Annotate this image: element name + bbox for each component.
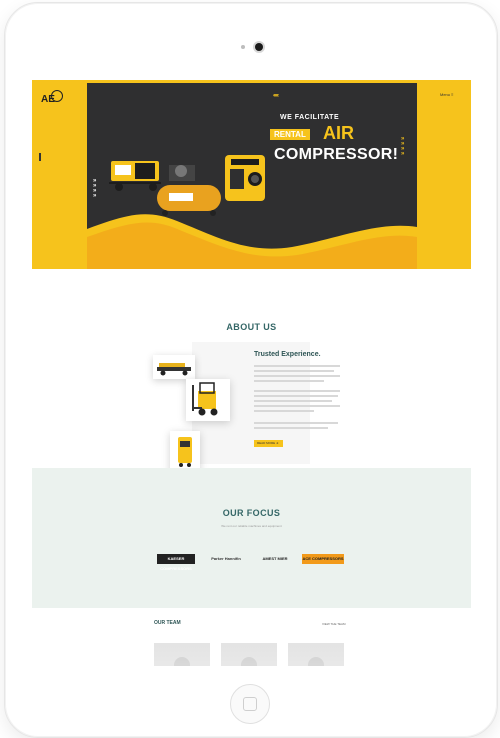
about-text-line xyxy=(254,375,340,377)
slider-indicator[interactable] xyxy=(39,153,41,161)
about-text-line xyxy=(254,422,338,424)
view-team-link[interactable]: VIEW THE TEAM xyxy=(322,622,346,626)
tablet-camera xyxy=(255,43,263,51)
hero-title: COMPRESSOR! xyxy=(274,146,399,163)
forklift-image-icon xyxy=(192,382,218,416)
hero-section: AE Menu ≡ ‹‹‹‹‹ » » » » » » » » WE FACIL… xyxy=(32,80,471,269)
logo-ring-icon xyxy=(51,90,63,102)
about-text-line xyxy=(254,410,314,412)
about-section-title: ABOUT US xyxy=(226,322,277,332)
brand-logo-ace[interactable]: ACE COMPRESSORS xyxy=(302,554,344,564)
home-button[interactable] xyxy=(230,684,270,724)
hero-highlight: RENTAL xyxy=(270,129,310,140)
focus-section-title: OUR FOCUS xyxy=(222,508,281,518)
screen-bottom-fade xyxy=(32,640,471,666)
compressor-image-icon xyxy=(178,437,192,467)
decorative-chevrons-left: » » » » xyxy=(93,178,97,199)
about-text-line xyxy=(254,390,340,392)
about-text-line xyxy=(254,380,324,382)
tablet-frame: AE Menu ≡ ‹‹‹‹‹ » » » » » » » » WE FACIL… xyxy=(4,2,498,738)
decorative-chevrons-right: » » » » xyxy=(401,136,405,157)
about-text-line xyxy=(254,370,334,372)
about-heading: Trusted Experience. xyxy=(254,351,321,358)
hero-accent-word: AIR xyxy=(323,123,354,143)
truck-image-icon xyxy=(157,363,191,376)
tablet-sensor xyxy=(241,45,245,49)
team-section-title: OUR TEAM xyxy=(154,620,181,626)
about-text-line xyxy=(254,400,332,402)
about-text-line xyxy=(254,427,328,429)
brand-logo-amest[interactable]: AMEST MIER xyxy=(258,554,292,564)
about-text-line xyxy=(254,365,340,367)
menu-button[interactable]: Menu ≡ xyxy=(440,92,453,97)
decorative-chevrons-top: ‹‹‹‹‹ xyxy=(273,93,279,99)
site-logo[interactable]: AE xyxy=(41,89,63,109)
brand-logo-kaeser[interactable]: KAESER COMPRESSORS xyxy=(157,554,195,571)
compressor-illustrations xyxy=(109,155,265,216)
about-photo-compressor xyxy=(170,431,200,473)
focus-section xyxy=(32,468,471,608)
hero-banner: ‹‹‹‹‹ » » » » » » » » WE FACILITATE RENT… xyxy=(87,83,417,269)
about-photo-forklift xyxy=(186,379,230,421)
home-square-icon xyxy=(243,697,257,711)
focus-subtitle: We rent our reliable machines and equipm… xyxy=(221,524,282,528)
about-text-line xyxy=(254,405,340,407)
read-more-button[interactable]: READ MORE ➜ xyxy=(254,440,283,447)
brand-logo-parker[interactable]: Parker Hannifin xyxy=(205,554,247,564)
about-text-line xyxy=(254,395,338,397)
about-photo-truck xyxy=(153,355,195,379)
hero-tagline: WE FACILITATE xyxy=(280,114,340,121)
website-screen: AE Menu ≡ ‹‹‹‹‹ » » » » » » » » WE FACIL… xyxy=(32,80,471,666)
